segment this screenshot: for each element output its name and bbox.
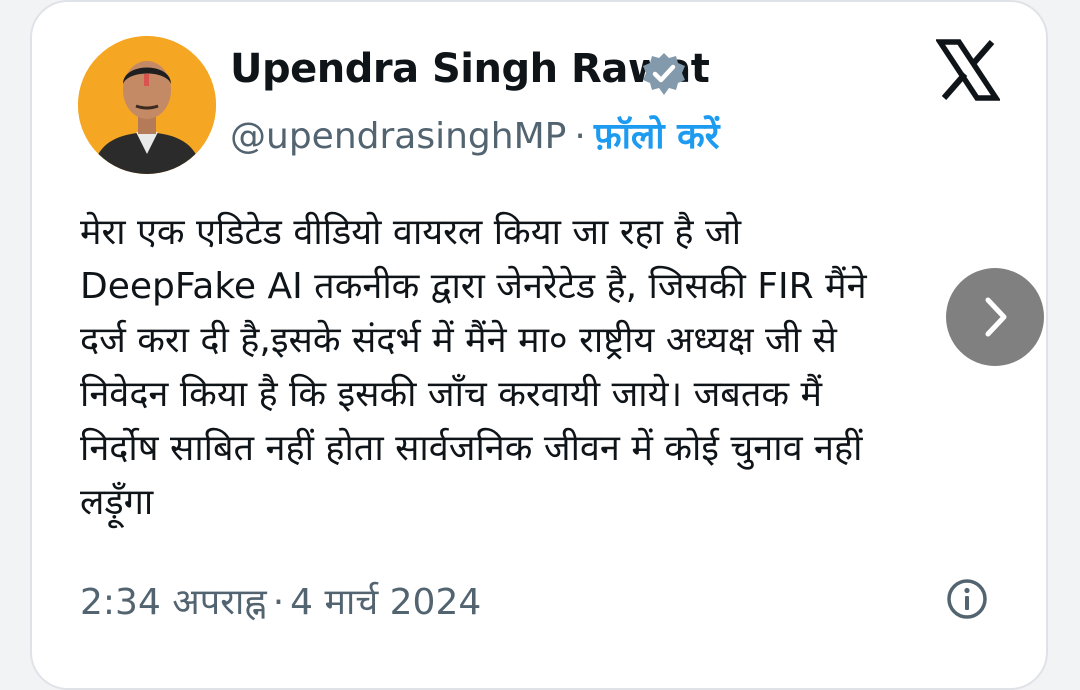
handle-row: @upendrasinghMP · फ़ॉलो करें [230,110,720,159]
verified-badge-icon [643,53,685,95]
info-icon[interactable] [944,576,990,622]
next-button[interactable] [946,268,1044,366]
tweet-line: मेरा एक एडिटेड वीडियो वायरल किया जा रहा … [80,212,742,253]
tweet-line: निवेदन किया है कि इसकी जाँच करवायी जाये।… [80,374,822,415]
author-avatar[interactable] [78,36,216,174]
author-handle[interactable]: @upendrasinghMP [230,116,566,157]
tweet-line: दर्ज करा दी है,इसके संदर्भ में मैंने मा०… [80,320,837,361]
tweet-text: मेरा एक एडिटेड वीडियो वायरल किया जा रहा … [80,206,960,530]
separator-dot: · [574,116,586,157]
tweet-line: DeepFake AI तकनीक द्वारा जेनरेटेड है, जि… [80,266,867,307]
tweet-line: लड़ूँगा [80,482,154,523]
separator-dot: · [272,582,285,623]
x-logo-icon[interactable] [936,38,1000,102]
author-name[interactable]: Upendra Singh Rawat [230,46,710,92]
tweet-date: 4 मार्च 2024 [290,582,482,623]
tweet-time: 2:34 अपराह्न [80,582,267,623]
tweet-line: निर्दोष साबित नहीं होता सार्वजनिक जीवन म… [80,428,863,469]
follow-button[interactable]: फ़ॉलो करें [594,116,720,157]
tweet-timestamp[interactable]: 2:34 अपराह्न · 4 मार्च 2024 [80,576,481,625]
chevron-right-icon [985,297,1007,337]
